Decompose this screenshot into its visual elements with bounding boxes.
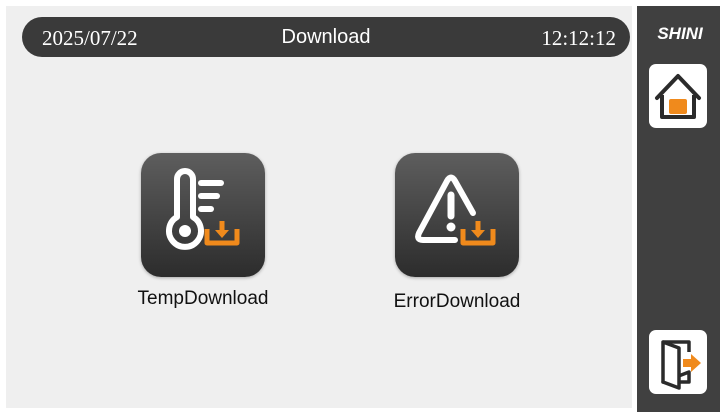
thermometer-download-icon xyxy=(166,168,240,250)
home-button[interactable] xyxy=(649,64,707,128)
temp-download-button[interactable] xyxy=(141,153,265,277)
brand-logo-text: SHINI xyxy=(657,24,704,43)
header-time: 12:12:12 xyxy=(541,26,616,50)
sidebar: SHINI xyxy=(637,6,720,412)
brand-logo: SHINI xyxy=(657,24,704,43)
exit-button[interactable] xyxy=(649,330,707,394)
error-download-button[interactable] xyxy=(395,153,519,277)
home-icon xyxy=(655,74,701,119)
temp-download-label: TempDownload xyxy=(137,288,269,309)
main-panel: 2025/07/22 Download 12:12:12 TempDownloa… xyxy=(6,6,632,408)
page-title: Download xyxy=(281,26,371,48)
header-bar: 2025/07/22 Download 12:12:12 xyxy=(22,17,630,57)
error-download-label: ErrorDownload xyxy=(393,291,521,312)
exit-door-icon xyxy=(661,340,701,390)
warning-download-icon xyxy=(415,174,496,246)
